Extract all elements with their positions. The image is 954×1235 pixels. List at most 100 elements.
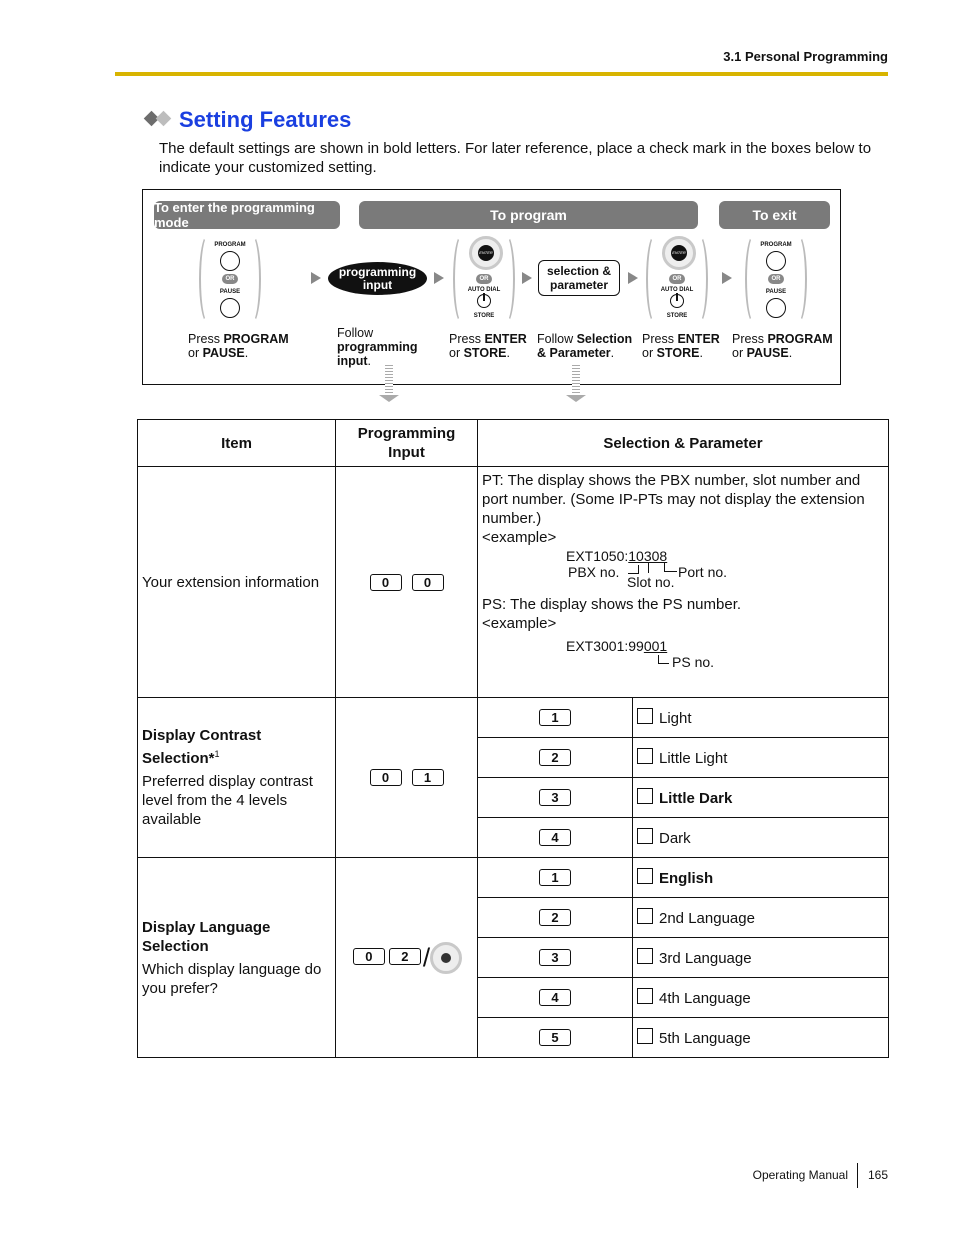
port-no-label: Port no. — [678, 564, 728, 580]
programming-input-cell: 01 — [335, 697, 478, 858]
pause-button-icon — [220, 298, 240, 318]
option-key: 3 — [539, 789, 571, 806]
option-4th-language[interactable]: 4th Language — [632, 977, 889, 1018]
example-label: <example> — [482, 529, 557, 546]
enter-store-group: ENTER OR AUTO DIAL STORE — [453, 234, 515, 324]
or-badge: OR — [669, 274, 685, 284]
key-0: 0 — [411, 573, 444, 591]
footer-divider — [857, 1163, 858, 1188]
or-badge: OR — [768, 274, 784, 284]
selection-parameter-box: selection & parameter — [538, 260, 620, 296]
step4-caption: Follow Selection & Parameter. — [537, 332, 633, 360]
programming-input-cell: 0 2/ — [335, 857, 478, 1058]
option-english[interactable]: English — [632, 857, 889, 898]
option-key: 1 — [539, 869, 571, 886]
down-arrow-icon — [566, 365, 586, 402]
table-row: Display Language Selection Which display… — [137, 857, 889, 1058]
checkbox[interactable] — [637, 988, 653, 1004]
pause-button-icon — [766, 298, 786, 318]
pt-example: EXT1050:10308 PBX no. Slot no. Port no. — [566, 548, 728, 590]
page-title: Setting Features — [179, 107, 352, 132]
option-little-light[interactable]: Little Light — [632, 737, 889, 778]
option-2nd-language[interactable]: 2nd Language — [632, 897, 889, 938]
option-key: 2 — [539, 749, 571, 766]
key-0: 0 — [352, 948, 385, 966]
ps-description: PS: The display shows the PS number. — [482, 596, 742, 613]
ps-example: EXT3001:99001 PS no. — [566, 638, 715, 670]
header-selection-parameter: Selection & Parameter — [477, 419, 889, 467]
diamond-bullets-icon — [143, 110, 175, 129]
item-display-language: Display Language Selection Which display… — [137, 857, 336, 1058]
extension-info-description: PT: The display shows the PBX number, sl… — [477, 466, 889, 698]
programming-flow-diagram: To enter the programming mode To program… — [142, 189, 841, 385]
store-label: STORE — [666, 313, 688, 319]
enter-store-group: ENTER OR AUTO DIAL STORE — [646, 234, 708, 324]
key-0: 0 — [369, 573, 402, 591]
checkbox[interactable] — [637, 828, 653, 844]
option-little-dark[interactable]: Little Dark — [632, 777, 889, 818]
intro-text: The default settings are shown in bold l… — [159, 140, 872, 176]
or-badge: OR — [222, 274, 238, 284]
checkbox[interactable] — [637, 908, 653, 924]
page-number: 165 — [868, 1168, 889, 1182]
checkbox[interactable] — [637, 948, 653, 964]
enter-navpad-icon — [430, 941, 463, 974]
checkbox[interactable] — [637, 1028, 653, 1044]
enter-navpad-icon: ENTER — [662, 236, 696, 270]
option-key: 1 — [539, 709, 571, 726]
table-row: Your extension information 00 PT: The di… — [137, 466, 889, 698]
program-button-icon — [220, 251, 240, 271]
checkbox[interactable] — [637, 708, 653, 724]
header-programming-input: Programming Input — [335, 419, 478, 467]
key-2: 2 — [388, 948, 421, 966]
flow-arrow-icon — [628, 272, 638, 284]
to-program-banner: To program — [359, 201, 698, 229]
flow-arrow-icon — [311, 272, 321, 284]
program-pause-group: PROGRAM OR PAUSE — [745, 234, 807, 324]
table-header-row: Item Programming Input Selection & Param… — [137, 419, 889, 467]
key-0: 0 — [369, 769, 402, 786]
flow-arrow-icon — [722, 272, 732, 284]
checkbox[interactable] — [637, 788, 653, 804]
section-label: 3.1 Personal Programming — [723, 49, 888, 64]
option-key: 3 — [539, 949, 571, 966]
enter-navpad-icon: ENTER — [469, 236, 503, 270]
slash: / — [422, 942, 431, 972]
step6-caption: Press PROGRAM or PAUSE. — [732, 332, 833, 360]
slot-no-label: Slot no. — [627, 574, 675, 590]
programming-input-cell: 00 — [335, 466, 478, 698]
header-rule — [115, 72, 888, 76]
checkbox[interactable] — [637, 868, 653, 884]
option-dark[interactable]: Dark — [632, 817, 889, 858]
option-light[interactable]: Light — [632, 697, 889, 738]
enter-mode-banner: To enter the programming mode — [154, 200, 340, 230]
store-button-icon — [477, 293, 491, 308]
pbx-no-label: PBX no. — [568, 564, 620, 580]
footer-doc-title: Operating Manual — [752, 1168, 848, 1182]
option-key: 5 — [539, 1029, 571, 1046]
step5-caption: Press ENTER or STORE. — [642, 332, 720, 360]
option-key: 2 — [539, 909, 571, 926]
item-display-contrast: Display Contrast Selection*1 Preferred d… — [137, 697, 336, 858]
settings-table: Item Programming Input Selection & Param… — [137, 419, 889, 1058]
step3-caption: Press ENTER or STORE. — [449, 332, 527, 360]
step2-caption: Follow programming input. — [337, 326, 418, 368]
option-5th-language[interactable]: 5th Language — [632, 1017, 889, 1058]
checkbox[interactable] — [637, 748, 653, 764]
store-label: STORE — [473, 313, 495, 319]
header-item: Item — [137, 419, 336, 467]
option-key: 4 — [539, 829, 571, 846]
programming-input-oval: programming input — [328, 262, 427, 295]
flow-arrow-icon — [522, 272, 532, 284]
table-row: Display Contrast Selection*1 Preferred d… — [137, 697, 889, 858]
pause-label: PAUSE — [765, 289, 787, 295]
program-button-icon — [766, 251, 786, 271]
option-key: 4 — [539, 989, 571, 1006]
option-3rd-language[interactable]: 3rd Language — [632, 937, 889, 978]
pause-label: PAUSE — [219, 289, 241, 295]
pt-description: PT: The display shows the PBX number, sl… — [482, 472, 865, 527]
item-extension-info: Your extension information — [137, 466, 336, 698]
ps-no-label: PS no. — [672, 654, 715, 670]
step1-caption: Press PROGRAM or PAUSE. — [188, 332, 289, 360]
program-pause-group: PROGRAM OR PAUSE — [199, 234, 261, 324]
